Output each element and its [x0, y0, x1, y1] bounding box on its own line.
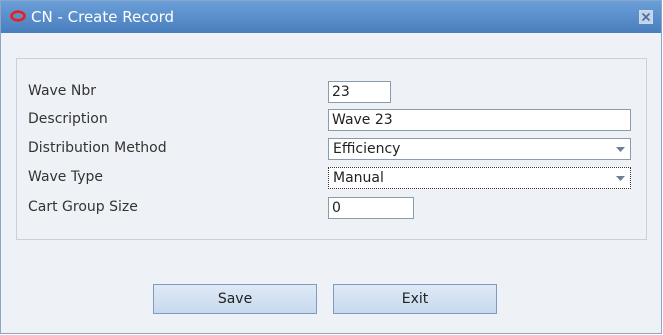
description-input[interactable]: Wave 23 — [328, 109, 631, 131]
create-record-dialog: CN - Create Record Wave Nbr 23 Descripti… — [0, 0, 662, 334]
save-button[interactable]: Save — [153, 284, 317, 314]
window-title: CN - Create Record — [31, 8, 175, 26]
exit-button[interactable]: Exit — [333, 284, 497, 314]
cart-group-size-input[interactable]: 0 — [328, 197, 414, 219]
chevron-down-icon — [616, 147, 625, 152]
distribution-method-label: Distribution Method — [28, 140, 167, 156]
close-button[interactable] — [639, 10, 653, 24]
wave-type-select[interactable]: Manual — [328, 167, 631, 189]
wave-nbr-label: Wave Nbr — [28, 83, 96, 99]
title-bar[interactable]: CN - Create Record — [1, 1, 661, 33]
wave-type-label: Wave Type — [28, 169, 104, 185]
chevron-down-icon — [616, 176, 625, 181]
form-panel: Wave Nbr 23 Description Wave 23 Distribu… — [16, 58, 647, 240]
description-label: Description — [28, 111, 108, 127]
cart-group-size-label: Cart Group Size — [28, 199, 138, 215]
close-icon — [641, 12, 651, 22]
wave-type-value: Manual — [333, 170, 384, 186]
distribution-method-value: Efficiency — [333, 141, 401, 157]
oracle-logo-icon — [10, 10, 26, 22]
distribution-method-select[interactable]: Efficiency — [328, 138, 631, 160]
wave-nbr-input[interactable]: 23 — [328, 81, 391, 103]
